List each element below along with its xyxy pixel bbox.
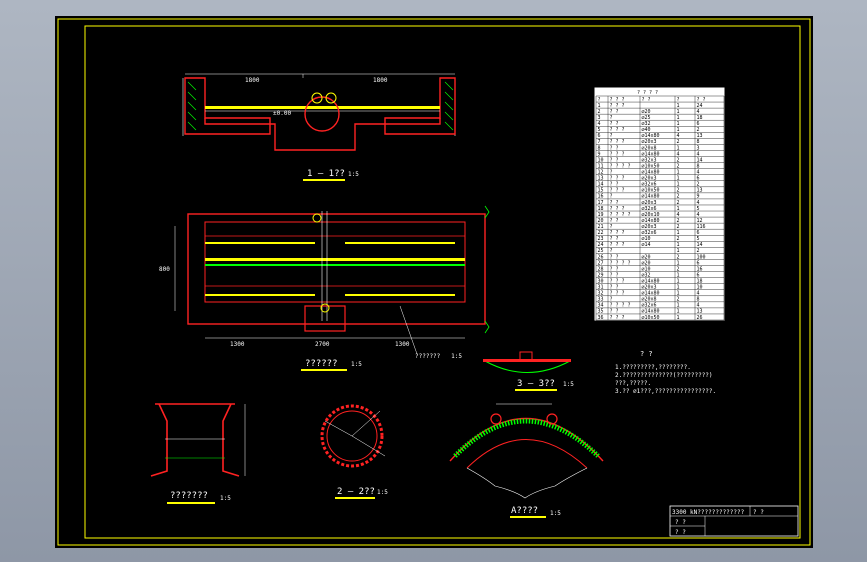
section-1-1-dim-right: 1800 <box>373 77 388 84</box>
detail-a-view: A???? 1:5 <box>449 403 604 518</box>
section-2-2-title: 2 — 2?? <box>337 487 375 497</box>
detail-left-view: ??????? 1:5 <box>150 403 246 504</box>
note-line-1: 1.?????????,????????. <box>615 364 691 371</box>
notes-block: ? ? 1.?????????,????????. 2.????????????… <box>615 350 716 395</box>
bom-title: ? ? ? ? <box>637 90 658 96</box>
section-1-1-title: 1 — 1?? <box>307 169 345 179</box>
plan-callout-note: ??????? 1:5 <box>415 353 462 360</box>
section-2-2-view: 2 — 2?? 1:5 <box>320 404 388 499</box>
section-2-2-scale: 1:5 <box>377 489 388 496</box>
detail-a-scale: 1:5 <box>550 510 561 517</box>
drawing-canvas: 1800 1800 ±0.00 1 — 1?? 1:5 800 1300 270… <box>57 18 811 546</box>
plan-dim-2: 2700 <box>315 341 330 348</box>
bom-table: ? ? ? ? ?? ? ?? ??? ?1? ? ? 1 242? ? ⌀20 1 43… <box>594 87 725 321</box>
section-3-3-view: 3 — 3?? 1:5 <box>483 351 574 391</box>
title-block-cell-b: ? ? <box>675 519 686 526</box>
section-3-3-title: 3 — 3?? <box>517 379 555 389</box>
drawing-sheet: 1800 1800 ±0.00 1 — 1?? 1:5 800 1300 270… <box>55 16 813 548</box>
plan-dim-left: 800 <box>159 266 170 273</box>
plan-dim-3: 1300 <box>395 341 410 348</box>
title-block: 3300 kN????????????? ? ? ? ? ? ? <box>669 505 799 537</box>
detail-left-scale: 1:5 <box>220 495 231 502</box>
detail-left-title: ??????? <box>170 491 208 501</box>
detail-a-title: A???? <box>511 506 538 516</box>
title-block-cell-c: ? ? <box>675 529 686 536</box>
section-3-3-scale: 1:5 <box>563 381 574 388</box>
title-block-cell-a: ? ? <box>753 509 764 516</box>
note-line-4: 3.?? ⌀1???,????????????????. <box>615 388 716 395</box>
note-line-2: 2.??????????????(?????????) <box>615 372 713 379</box>
plan-title: ?????? <box>305 359 338 369</box>
section-1-1-dim-left: 1800 <box>245 77 260 84</box>
note-line-3: ???,?????. <box>615 380 651 387</box>
section-1-1-scale: 1:5 <box>348 171 359 178</box>
title-block-main: 3300 kN????????????? <box>672 509 745 516</box>
section-1-1-level: ±0.00 <box>273 110 291 117</box>
section-1-1-view: 1800 1800 ±0.00 1 — 1?? 1:5 <box>182 73 456 181</box>
notes-title: ? ? <box>640 350 653 358</box>
plan-scale: 1:5 <box>351 361 362 368</box>
plan-dim-1: 1300 <box>230 341 245 348</box>
plan-view: 800 1300 2700 1300 ??????? 1:5 ?????? 1:… <box>159 205 490 371</box>
